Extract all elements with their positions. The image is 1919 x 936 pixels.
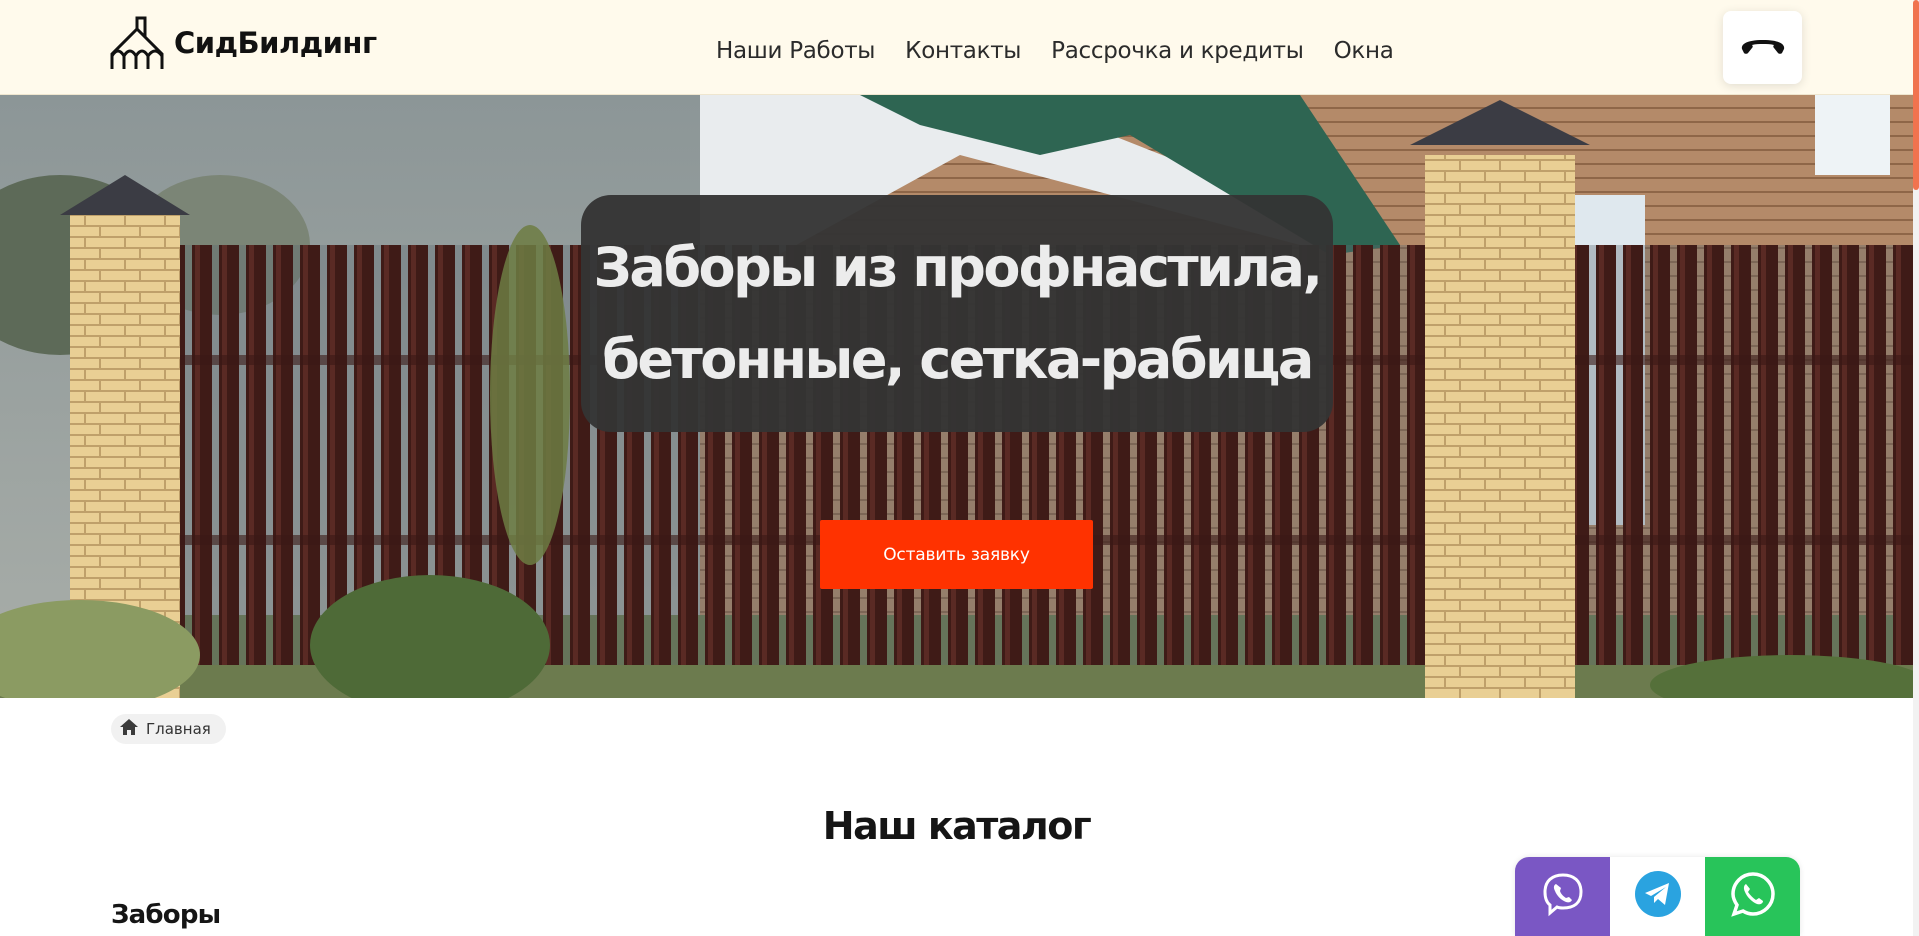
breadcrumb[interactable]: Главная — [111, 714, 226, 744]
page-scrollbar[interactable] — [1913, 0, 1919, 936]
telegram-button[interactable] — [1610, 857, 1705, 936]
hero-title-line-1: Заборы из профнастила, — [593, 235, 1323, 299]
nav-item-windows[interactable]: Окна — [1334, 38, 1394, 64]
nav-item-works[interactable]: Наши Работы — [716, 38, 875, 64]
nav-item-contacts[interactable]: Контакты — [905, 38, 1021, 64]
nav-item-installments[interactable]: Рассрочка и кредиты — [1051, 38, 1304, 64]
site-header: СидБилдинг Наши Работы Контакты Рассрочк… — [0, 0, 1913, 95]
whatsapp-icon — [1728, 869, 1778, 924]
phone-button[interactable] — [1723, 11, 1802, 84]
catalog-title: Наш каталог — [822, 804, 1092, 848]
hero-title-line-2: бетонные, сетка-рабица — [602, 327, 1314, 391]
site-logo[interactable]: СидБилдинг — [110, 16, 377, 70]
hero-title-box: Заборы из профнастила, бетонные, сетка-р… — [581, 195, 1333, 432]
house-arches-icon — [110, 16, 166, 70]
brand-name: СидБилдинг — [174, 26, 377, 60]
catalog-category-heading: Заборы — [111, 900, 221, 930]
phone-handset-icon — [1739, 35, 1787, 60]
viber-button[interactable] — [1515, 857, 1610, 936]
request-button[interactable]: Оставить заявку — [820, 520, 1093, 589]
hero-section: Заборы из профнастила, бетонные, сетка-р… — [0, 95, 1913, 698]
main-nav: Наши Работы Контакты Рассрочка и кредиты… — [716, 38, 1394, 64]
breadcrumb-home-label: Главная — [146, 720, 211, 738]
scrollbar-thumb[interactable] — [1913, 0, 1919, 190]
messenger-widget — [1515, 857, 1800, 936]
telegram-icon — [1634, 870, 1682, 923]
whatsapp-button[interactable] — [1705, 857, 1800, 936]
home-icon — [119, 718, 139, 741]
viber-icon — [1539, 870, 1587, 923]
